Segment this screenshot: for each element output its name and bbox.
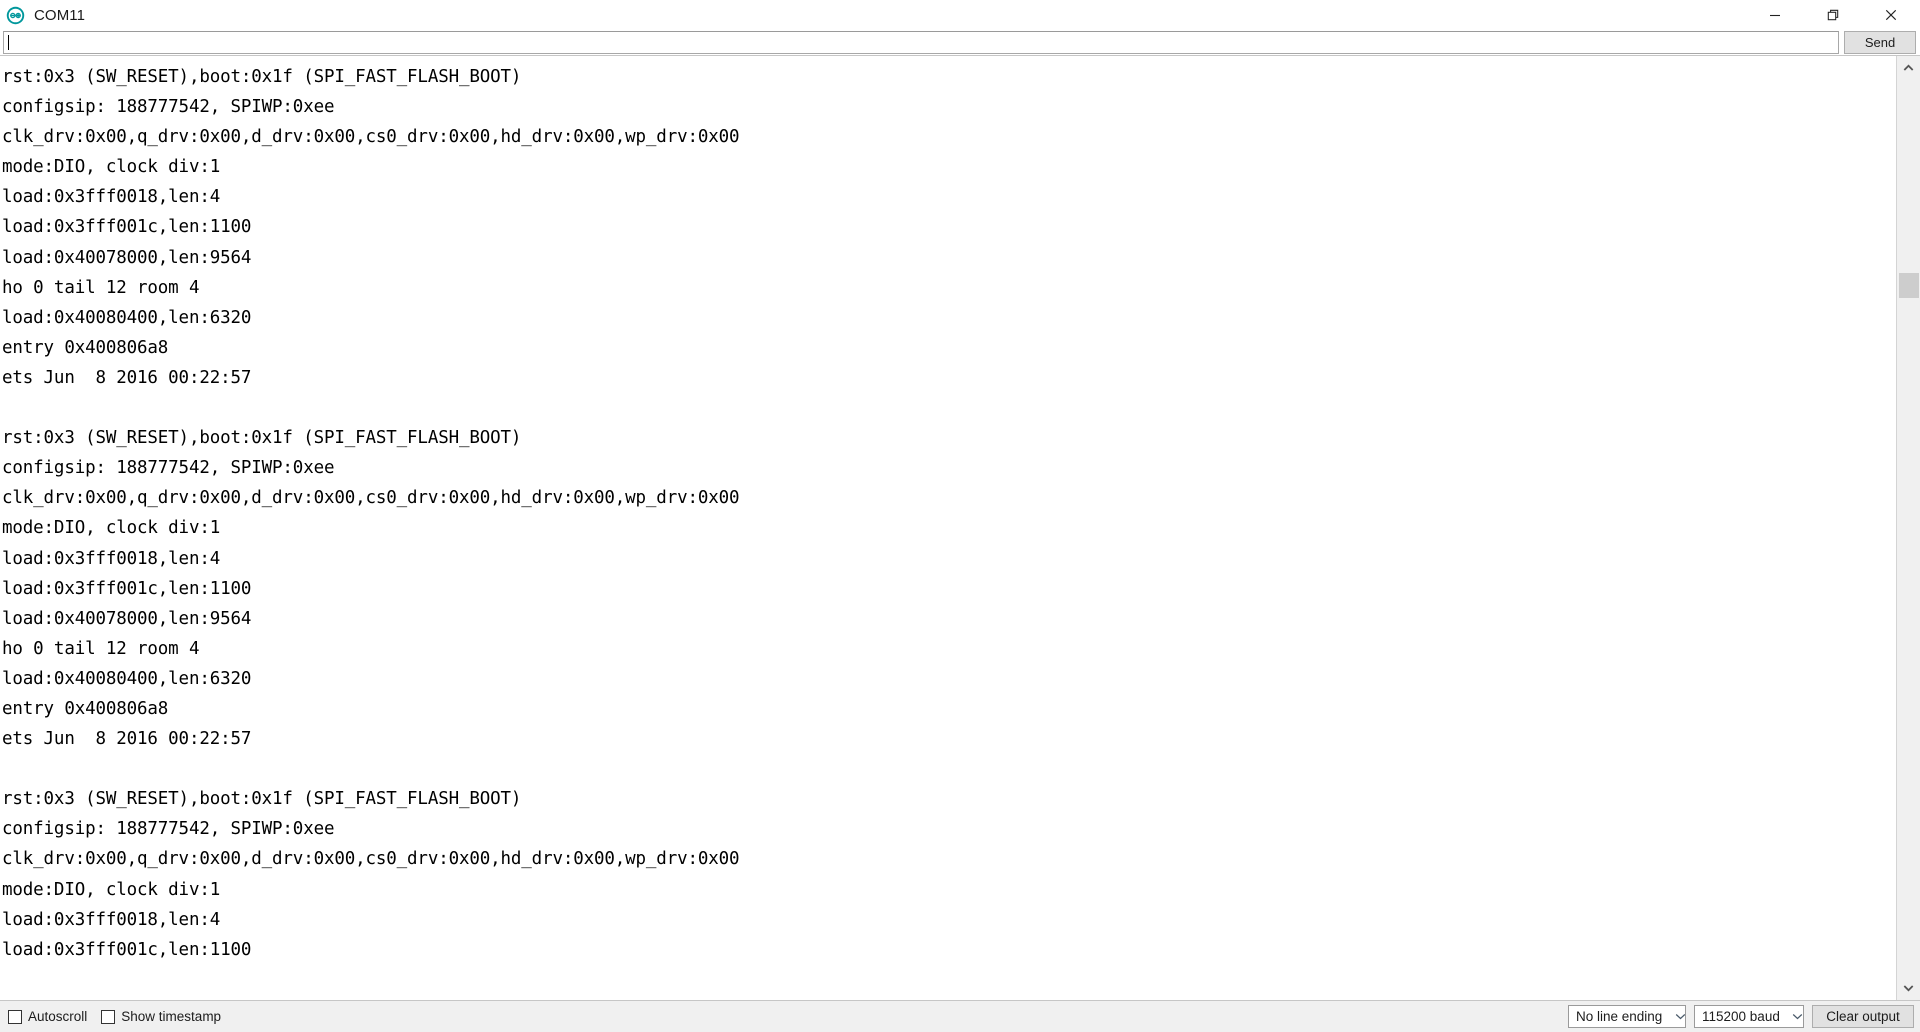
- console-line: load:0x40078000,len:9564: [2, 247, 252, 268]
- autoscroll-label: Autoscroll: [28, 1009, 88, 1024]
- restore-button[interactable]: [1804, 0, 1862, 30]
- baud-rate-value: 115200 baud: [1702, 1009, 1780, 1024]
- arduino-logo-icon: [6, 6, 25, 24]
- console-line: configsip: 188777542, SPIWP:0xee: [2, 819, 335, 840]
- console-line: load:0x40078000,len:9564: [2, 608, 252, 629]
- baud-rate-select[interactable]: 115200 baud: [1694, 1005, 1804, 1028]
- show-timestamp-checkbox-box[interactable]: [101, 1009, 116, 1024]
- window-title: COM11: [34, 6, 86, 24]
- line-ending-value: No line ending: [1576, 1009, 1663, 1024]
- console-line: load:0x40080400,len:6320: [2, 668, 252, 689]
- text-caret: [8, 35, 9, 50]
- status-bar-left: Autoscroll Show timestamp: [8, 1009, 221, 1024]
- console-line: entry 0x400806a8: [2, 698, 169, 719]
- chevron-up-icon: [1903, 64, 1914, 71]
- console-line: load:0x3fff0018,len:4: [2, 909, 221, 930]
- minimize-button[interactable]: [1746, 0, 1804, 30]
- scrollbar-track[interactable]: [1897, 80, 1920, 976]
- close-button[interactable]: [1862, 0, 1920, 30]
- serial-output-console[interactable]: rst:0x3 (SW_RESET),boot:0x1f (SPI_FAST_F…: [0, 56, 1896, 1000]
- scrollbar-thumb[interactable]: [1898, 272, 1919, 298]
- console-line: entry 0x400806a8: [2, 337, 169, 358]
- console-line: rst:0x3 (SW_RESET),boot:0x1f (SPI_FAST_F…: [2, 67, 522, 87]
- console-line: ho 0 tail 12 room 4: [2, 277, 200, 298]
- console-area: rst:0x3 (SW_RESET),boot:0x1f (SPI_FAST_F…: [0, 55, 1920, 1001]
- line-ending-select[interactable]: No line ending: [1568, 1005, 1686, 1028]
- console-line: ets Jun 8 2016 00:22:57: [2, 367, 252, 388]
- status-bar: Autoscroll Show timestamp No line ending…: [0, 1001, 1920, 1032]
- console-line: load:0x3fff0018,len:4: [2, 548, 221, 569]
- close-icon: [1885, 9, 1897, 21]
- console-line: rst:0x3 (SW_RESET),boot:0x1f (SPI_FAST_F…: [2, 428, 522, 449]
- baud-rate-chevron-down-icon: [1790, 1013, 1806, 1020]
- send-button[interactable]: Send: [1844, 31, 1916, 54]
- console-line: clk_drv:0x00,q_drv:0x00,d_drv:0x00,cs0_d…: [2, 488, 740, 509]
- console-line: mode:DIO, clock div:1: [2, 879, 221, 900]
- console-line: load:0x3fff001c,len:1100: [2, 217, 252, 238]
- show-timestamp-checkbox[interactable]: Show timestamp: [101, 1009, 221, 1024]
- console-line: load:0x40080400,len:6320: [2, 307, 252, 328]
- restore-icon: [1827, 9, 1839, 21]
- console-line: load:0x3fff001c,len:1100: [2, 578, 252, 599]
- console-line: clk_drv:0x00,q_drv:0x00,d_drv:0x00,cs0_d…: [2, 849, 740, 870]
- serial-send-input[interactable]: [3, 31, 1839, 54]
- console-line: ho 0 tail 12 room 4: [2, 638, 200, 659]
- chevron-down-icon: [1903, 985, 1914, 992]
- clear-output-button[interactable]: Clear output: [1812, 1005, 1914, 1028]
- console-line: clk_drv:0x00,q_drv:0x00,d_drv:0x00,cs0_d…: [2, 127, 740, 148]
- console-line: configsip: 188777542, SPIWP:0xee: [2, 458, 335, 479]
- console-line: mode:DIO, clock div:1: [2, 518, 221, 539]
- send-bar: Send: [0, 30, 1920, 55]
- scroll-up-button[interactable]: [1896, 56, 1920, 80]
- window-controls: [1746, 0, 1920, 30]
- console-line: load:0x3fff0018,len:4: [2, 187, 221, 208]
- console-line: configsip: 188777542, SPIWP:0xee: [2, 97, 335, 118]
- console-vertical-scrollbar[interactable]: [1896, 56, 1920, 1000]
- autoscroll-checkbox[interactable]: Autoscroll: [8, 1009, 87, 1024]
- console-line: rst:0x3 (SW_RESET),boot:0x1f (SPI_FAST_F…: [2, 789, 522, 810]
- serial-monitor-window: COM11 Send rst:0x3 (SW_RESET),boot:0x1f …: [0, 0, 1920, 1032]
- line-ending-chevron-down-icon: [1672, 1013, 1688, 1020]
- status-bar-right: No line ending 115200 baud Clear output: [1568, 1005, 1914, 1028]
- console-line: mode:DIO, clock div:1: [2, 157, 221, 178]
- show-timestamp-label: Show timestamp: [121, 1009, 222, 1024]
- console-line: load:0x3fff001c,len:1100: [2, 939, 252, 960]
- minimize-icon: [1770, 14, 1780, 17]
- scroll-down-button[interactable]: [1896, 976, 1920, 1000]
- autoscroll-checkbox-box[interactable]: [8, 1009, 22, 1024]
- title-bar: COM11: [0, 0, 1920, 30]
- title-bar-left: COM11: [6, 6, 85, 25]
- console-line: ets Jun 8 2016 00:22:57: [2, 729, 252, 750]
